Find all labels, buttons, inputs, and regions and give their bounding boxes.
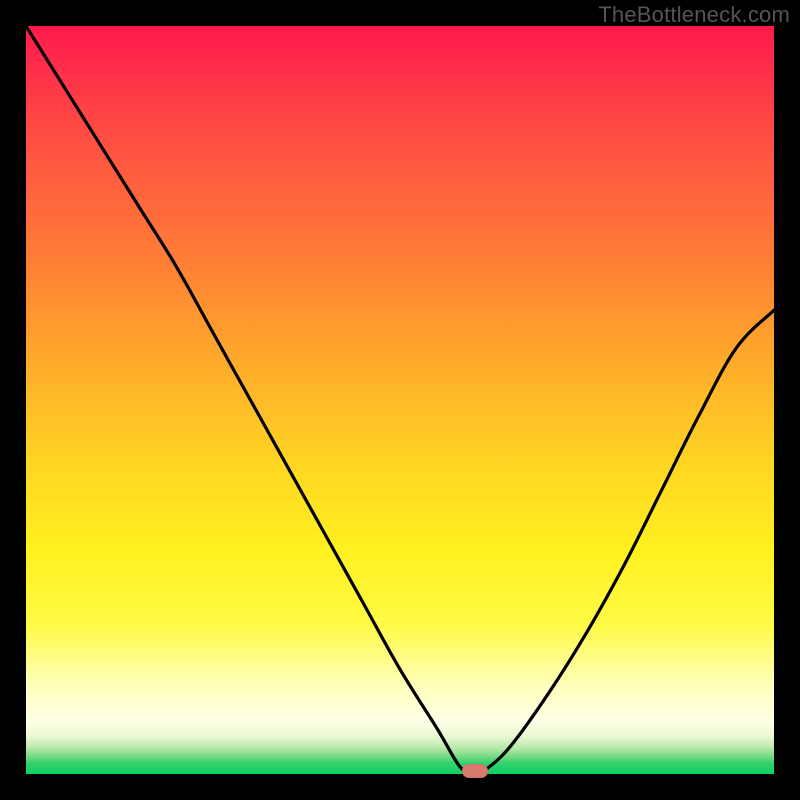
bottleneck-curve <box>26 26 774 774</box>
optimal-marker <box>462 764 488 778</box>
watermark-text: TheBottleneck.com <box>598 2 790 28</box>
curve-path <box>26 26 774 774</box>
plot-area <box>26 26 774 774</box>
chart-frame: TheBottleneck.com <box>0 0 800 800</box>
